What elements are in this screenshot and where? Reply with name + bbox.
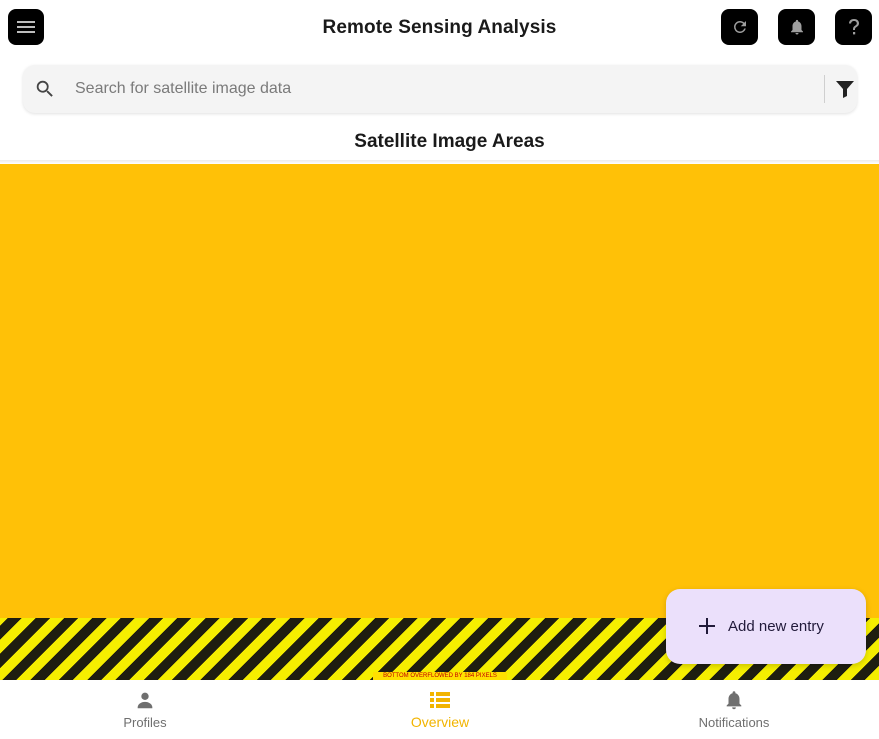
satellite-image-area	[0, 164, 879, 618]
notifications-button[interactable]	[778, 9, 815, 45]
app-screen: Remote Sensing Analysis Satelli	[0, 0, 879, 739]
search-input[interactable]	[75, 75, 835, 103]
nav-label-overview: Overview	[410, 714, 470, 730]
overflow-warning-text: BOTTOM OVERFLOWED BY 184 PIXELS	[373, 672, 507, 680]
refresh-button[interactable]	[721, 9, 758, 45]
section-title: Satellite Image Areas	[354, 131, 545, 152]
search-bar	[23, 65, 857, 113]
person-icon	[137, 692, 153, 709]
plus-icon	[699, 618, 715, 634]
bottom-navigation: Profiles Overview Notifications	[0, 680, 879, 739]
nav-item-profiles[interactable]: Profiles	[45, 680, 245, 739]
help-button[interactable]	[835, 9, 872, 45]
bell-icon	[726, 691, 742, 710]
app-bar: Remote Sensing Analysis	[0, 0, 879, 56]
refresh-icon	[733, 21, 746, 33]
filter-icon[interactable]	[835, 80, 855, 98]
nav-item-notifications[interactable]: Notifications	[634, 680, 834, 739]
nav-item-overview[interactable]: Overview	[340, 680, 540, 739]
search-icon	[36, 80, 53, 97]
bell-icon	[790, 19, 803, 35]
search-divider	[824, 75, 825, 103]
add-entry-label: Add new entry	[728, 618, 824, 635]
add-entry-button[interactable]: Add new entry	[666, 589, 866, 664]
list-icon	[430, 692, 450, 708]
nav-label-notifications: Notifications	[698, 715, 770, 730]
nav-label-profiles: Profiles	[123, 715, 167, 730]
help-icon	[848, 19, 859, 35]
